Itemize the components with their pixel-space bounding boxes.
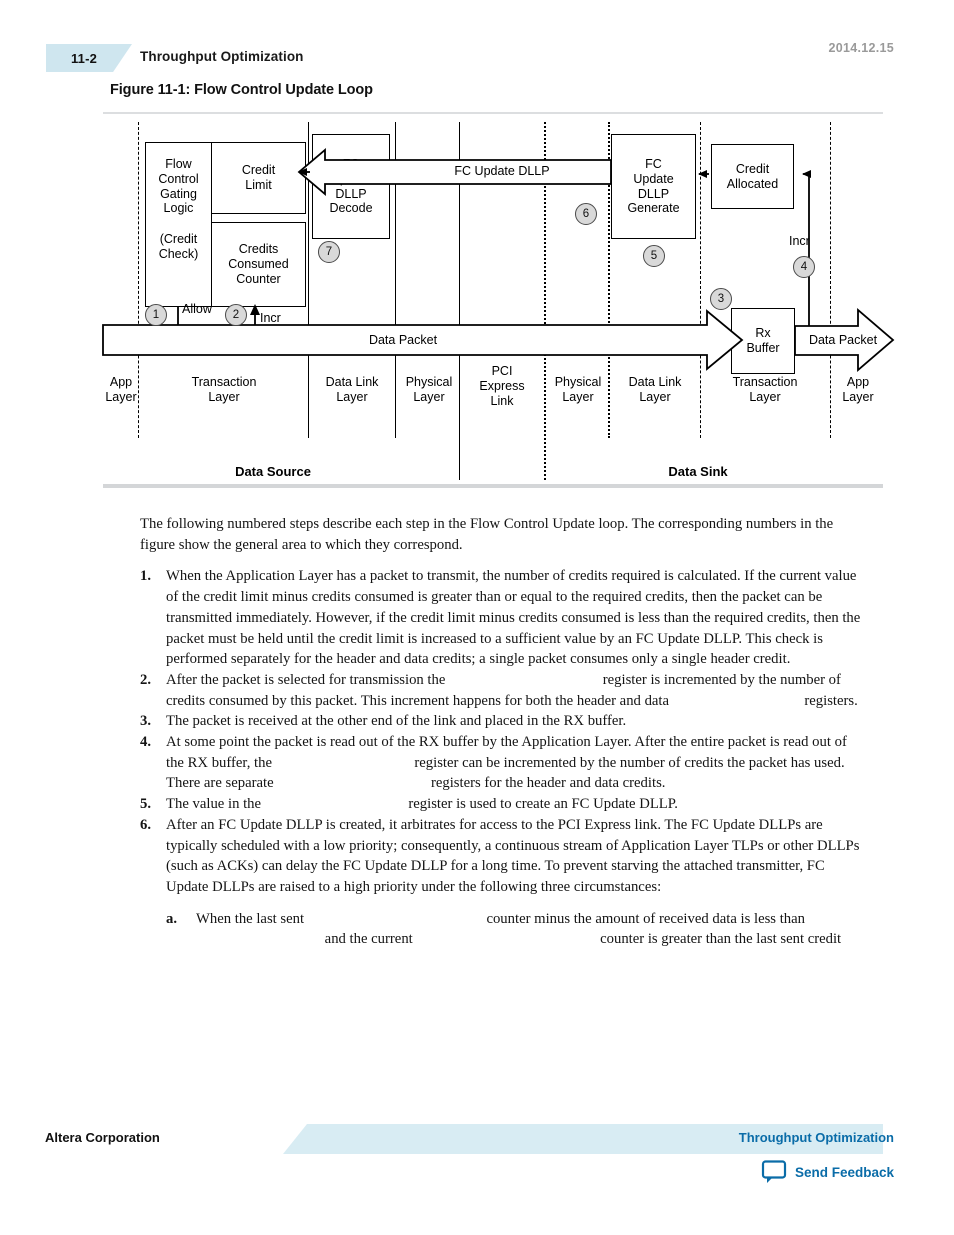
list-text-2-part1: After the packet is selected for transmi…: [166, 671, 446, 688]
label-incr-sink: Incr: [789, 234, 810, 248]
layer-transaction-source-l2: Layer: [208, 390, 240, 404]
footer-company: Altera Corporation: [45, 1130, 160, 1145]
layer-app-sink-l2: Layer: [842, 390, 874, 404]
layer-label-datalink-source: Data Link Layer: [314, 375, 390, 405]
layer-datalink-sink-l2: Layer: [639, 390, 671, 404]
layer-label-pci-express-link: PCI Express Link: [466, 364, 538, 409]
sub-text-a-part1: When the last sent: [196, 910, 305, 927]
layer-datalink-source-l1: Data Link: [325, 375, 379, 389]
sub-text-a-part2: counter minus the amount of received dat…: [486, 910, 805, 927]
sub-list-item-a: a. When the last sent counter minus the …: [166, 909, 862, 950]
label-fc-update-dllp: FC Update DLLP: [440, 164, 564, 179]
list-item-2: 2. After the packet is selected for tran…: [140, 670, 862, 711]
step-marker-7: 7: [318, 241, 340, 263]
step-marker-3: 3: [710, 288, 732, 310]
list-text-6: After an FC Update DLLP is created, it a…: [166, 816, 860, 895]
layer-label-app-sink: App Layer: [836, 375, 880, 405]
list-text-5-part1: The value in the: [166, 796, 262, 813]
list-text-4-part3: registers for the header and data credit…: [430, 775, 666, 792]
label-incr-source: Incr: [260, 311, 281, 325]
list-text-5-part2: register is used to create an FC Update …: [408, 796, 678, 813]
list-item-3: 3. The packet is received at the other e…: [140, 711, 862, 732]
header-title: Throughput Optimization: [140, 49, 304, 64]
step-marker-5: 5: [643, 245, 665, 267]
label-data-source: Data Source: [235, 464, 311, 479]
figure-flow-control-update-loop: Flow Control Gating Logic (Credit Check)…: [101, 112, 895, 500]
layer-label-physical-sink: Physical Layer: [550, 375, 606, 405]
list-item-6: 6. After an FC Update DLLP is created, i…: [140, 815, 862, 898]
layer-label-app-source: App Layer: [101, 375, 141, 405]
list-text-1: When the Application Layer has a packet …: [166, 568, 861, 668]
layer-pcie-l3: Link: [490, 394, 514, 408]
layer-pcie-l2: Express: [479, 379, 525, 393]
layer-physical-source-l2: Layer: [413, 390, 445, 404]
label-allow: Allow: [182, 302, 212, 316]
step-marker-2: 2: [225, 304, 247, 326]
page-number: 11-2: [70, 50, 98, 66]
feedback-bubble-icon: [761, 1159, 787, 1185]
layer-physical-source-l1: Physical: [405, 375, 453, 389]
footer-title: Throughput Optimization: [738, 1130, 894, 1145]
list-text-2-part3: registers.: [804, 692, 858, 709]
step-marker-1: 1: [145, 304, 167, 326]
list-marker-3: 3.: [140, 713, 152, 730]
header-date: 2014.12.15: [828, 41, 894, 55]
layer-label-datalink-sink: Data Link Layer: [615, 375, 695, 405]
step-marker-6: 6: [575, 203, 597, 225]
layer-datalink-sink-l1: Data Link: [628, 375, 682, 389]
figure-caption: Figure 11-1: Flow Control Update Loop: [110, 82, 373, 98]
body-text: The following numbered steps describe ea…: [140, 514, 862, 950]
layer-transaction-sink-l1: Transaction: [732, 375, 798, 389]
send-feedback-link[interactable]: Send Feedback: [761, 1159, 894, 1185]
list-marker-4: 4.: [140, 734, 152, 751]
layer-app-source-l2: Layer: [105, 390, 137, 404]
list-item-4: 4. At some point the packet is read out …: [140, 732, 862, 794]
sub-text-a-part4: counter is greater than the last sent cr…: [600, 931, 842, 948]
list-marker-2: 2.: [140, 671, 152, 688]
layer-app-source-l1: App: [109, 375, 133, 389]
layer-datalink-source-l2: Layer: [336, 390, 368, 404]
step-marker-4: 4: [793, 256, 815, 278]
list-text-3: The packet is received at the other end …: [166, 713, 627, 730]
layer-label-transaction-sink: Transaction Layer: [705, 375, 825, 405]
layer-transaction-sink-l2: Layer: [749, 390, 781, 404]
label-data-sink: Data Sink: [668, 464, 728, 479]
sub-text-a-part3: and the current: [324, 931, 413, 948]
list-item-1: 1. When the Application Layer has a pack…: [140, 566, 862, 670]
layer-label-physical-source: Physical Layer: [401, 375, 457, 405]
list-marker-5: 5.: [140, 796, 152, 813]
send-feedback-label: Send Feedback: [794, 1164, 894, 1180]
label-data-packet-right: Data Packet: [808, 333, 878, 347]
intro-paragraph: The following numbered steps describe ea…: [140, 516, 834, 553]
layer-physical-sink-l1: Physical: [554, 375, 602, 389]
sub-list-marker-a: a.: [166, 910, 178, 927]
sublist-spacer: [140, 898, 862, 909]
list-marker-6: 6.: [140, 816, 152, 833]
layer-pcie-l1: PCI: [491, 364, 513, 378]
list-item-5: 5. The value in the register is used to …: [140, 794, 862, 815]
arrow-incr-source-head: [250, 304, 260, 315]
layer-transaction-source-l1: Transaction: [191, 375, 257, 389]
layer-label-transaction-source: Transaction Layer: [169, 375, 279, 405]
list-marker-1: 1.: [140, 568, 152, 585]
label-data-packet-left: Data Packet: [368, 333, 438, 347]
layer-app-sink-l1: App: [846, 375, 870, 389]
layer-physical-sink-l2: Layer: [562, 390, 594, 404]
